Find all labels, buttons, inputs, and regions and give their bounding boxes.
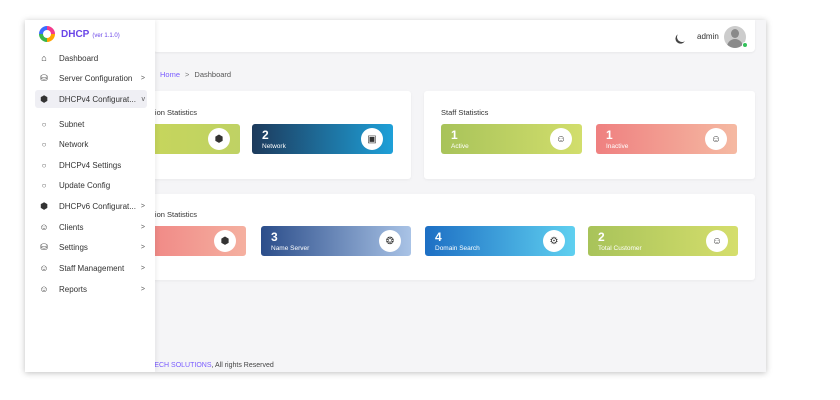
breadcrumb-separator: > <box>185 70 190 79</box>
cast-icon: ▣ <box>361 128 383 150</box>
user-check-icon: ☺ <box>39 284 49 294</box>
online-status-dot <box>742 42 748 48</box>
stat-value: 2 <box>598 230 605 244</box>
circle-icon: ○ <box>41 160 47 170</box>
settings-icon: ⚙ <box>543 230 565 252</box>
stat-label: Active <box>451 143 469 150</box>
app-window: admin Home > Dashboard uration Statistics … <box>25 20 766 372</box>
theme-toggle-moon-icon[interactable] <box>676 31 689 44</box>
database-icon: ⛁ <box>40 241 48 252</box>
breadcrumb-home-link[interactable]: Home <box>160 70 180 79</box>
logo-icon <box>39 26 55 42</box>
sidebar-item-subnet[interactable]: ○ Subnet <box>35 115 147 133</box>
sidebar-item-label: Server Configuration <box>59 73 133 83</box>
sidebar-item-label: DHCPv6 Configurat... <box>59 201 136 211</box>
circle-icon: ○ <box>41 119 47 129</box>
cube-icon: ⬢ <box>208 128 230 150</box>
staff-statistics-card: Staff Statistics 1 Active ☺ 1 Inactive ☺ <box>424 91 755 179</box>
app-name: DHCP <box>61 29 90 40</box>
stat-tile-inactive[interactable]: 1 Inactive ☺ <box>596 124 737 154</box>
chevron-down-icon: v <box>141 95 146 103</box>
user-check-icon: ☺ <box>705 128 727 150</box>
top-bar: admin <box>153 20 755 52</box>
footer-text: , All rights Reserved <box>211 362 274 369</box>
sidebar-item-update-config[interactable]: ○ Update Config <box>35 176 147 194</box>
stat-label: Network <box>262 143 286 150</box>
footer: LATECH SOLUTIONS, All rights Reserved <box>142 362 274 369</box>
stat-label: Name Server <box>271 245 310 252</box>
sidebar-item-label: Dashboard <box>59 53 99 63</box>
cube-icon: ⬢ <box>214 230 236 252</box>
card-title: Staff Statistics <box>441 108 489 117</box>
stat-value: 1 <box>451 128 458 142</box>
chevron-right-icon: > <box>140 264 145 272</box>
cube-icon: ⬢ <box>40 93 48 104</box>
sidebar-item-server-configuration[interactable]: ⛁ Server Configuration > <box>35 69 147 87</box>
sidebar-item-dashboard[interactable]: ⌂ Dashboard <box>35 49 147 67</box>
stat-tile-name-server[interactable]: 3 Name Server ❂ <box>261 226 411 256</box>
stat-label: Inactive <box>606 143 629 150</box>
sidebar-item-reports[interactable]: ☺ Reports > <box>35 280 147 298</box>
circle-icon: ○ <box>41 180 47 190</box>
sidebar: DHCP (ver 1.1.0) ⌂ Dashboard ⛁ Server Con… <box>25 20 155 372</box>
chevron-right-icon: > <box>140 74 145 82</box>
drive-icon: ⛁ <box>40 72 48 83</box>
sidebar-item-label: DHCPv4 Configurat... <box>59 94 136 104</box>
sidebar-item-label: Update Config <box>59 180 111 190</box>
stat-label: Domain Search <box>435 245 480 252</box>
sidebar-item-staff-management[interactable]: ☺ Staff Management > <box>35 259 147 277</box>
breadcrumb: Home > Dashboard <box>160 70 231 79</box>
sidebar-item-dhcpv4-configuration[interactable]: ⬢ DHCPv4 Configurat... v <box>35 90 147 108</box>
stat-value: 4 <box>435 230 442 244</box>
stat-value: 1 <box>606 128 613 142</box>
stat-value: 2 <box>262 128 269 142</box>
breadcrumb-current: Dashboard <box>194 70 232 79</box>
home-icon: ⌂ <box>41 53 47 63</box>
sidebar-item-label: Subnet <box>59 119 85 129</box>
stat-label: Total Customer <box>598 245 642 252</box>
sidebar-item-label: Settings <box>59 242 88 252</box>
sidebar-item-label: Network <box>59 139 89 149</box>
configuration-statistics-card: uration Statistics ⬢ 2 Network ▣ <box>130 91 411 179</box>
user-check-icon: ☺ <box>39 263 49 273</box>
sidebar-item-label: Reports <box>59 284 88 294</box>
circle-icon: ○ <box>41 139 47 149</box>
chevron-right-icon: > <box>140 202 145 210</box>
stat-tile-network[interactable]: 2 Network ▣ <box>252 124 393 154</box>
user-check-icon: ☺ <box>706 230 728 252</box>
stat-tile-total-customer[interactable]: 2 Total Customer ☺ <box>588 226 738 256</box>
cube-icon: ⬢ <box>40 200 48 211</box>
stat-value: 3 <box>271 230 278 244</box>
chevron-right-icon: > <box>140 285 145 293</box>
sidebar-item-dhcpv6-configuration[interactable]: ⬢ DHCPv6 Configurat... > <box>35 197 147 215</box>
sidebar-item-label: DHCPv4 Settings <box>59 160 122 170</box>
chevron-right-icon: > <box>140 243 145 251</box>
app-version: (ver 1.1.0) <box>92 33 120 39</box>
atom-icon: ❂ <box>379 230 401 252</box>
stat-tile-domain-search[interactable]: 4 Domain Search ⚙ <box>425 226 575 256</box>
stat-tile-active[interactable]: 1 Active ☺ <box>441 124 582 154</box>
sidebar-item-network[interactable]: ○ Network <box>35 135 147 153</box>
user-icon: ☺ <box>39 222 49 232</box>
chevron-right-icon: > <box>140 223 145 231</box>
configuration-statistics-card-2: uration Statistics ⬢ 3 Name Server ❂ 4 D… <box>130 194 755 280</box>
sidebar-item-dhcpv4-settings[interactable]: ○ DHCPv4 Settings <box>35 156 147 174</box>
avatar-body <box>727 39 743 48</box>
app-logo-text[interactable]: DHCP (ver 1.1.0) <box>61 29 120 40</box>
sidebar-item-clients[interactable]: ☺ Clients > <box>35 218 147 236</box>
user-check-icon: ☺ <box>550 128 572 150</box>
avatar-head <box>731 29 739 38</box>
sidebar-item-label: Staff Management <box>59 263 125 273</box>
sidebar-item-settings[interactable]: ⛁ Settings > <box>35 238 147 256</box>
user-name[interactable]: admin <box>697 32 719 41</box>
sidebar-item-label: Clients <box>59 222 84 232</box>
